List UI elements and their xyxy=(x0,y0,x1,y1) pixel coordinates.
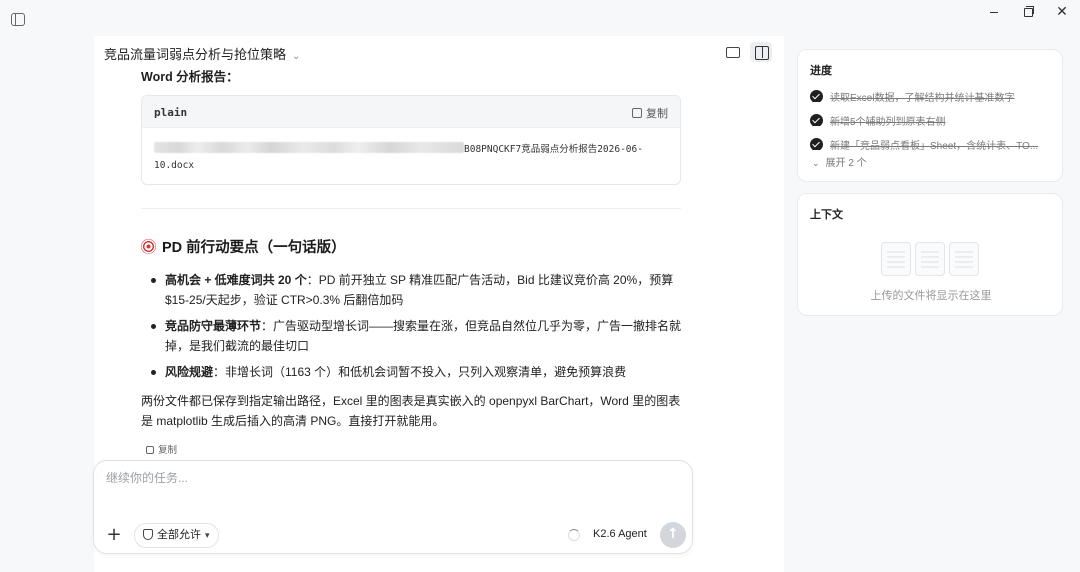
progress-item: 新建「竞品弱点看板」Sheet，含统计表、TO... xyxy=(810,134,1050,150)
divider xyxy=(141,208,681,209)
code-language-label: plain xyxy=(154,106,188,119)
message-copy-button[interactable]: 复制 xyxy=(146,442,177,456)
code-line-2: 10.docx xyxy=(154,160,195,171)
permission-dropdown[interactable]: 全部允许 ▾ xyxy=(134,523,219,548)
empty-files-illustration-icon xyxy=(881,242,981,278)
loading-spinner-icon xyxy=(568,529,580,541)
redacted-path xyxy=(154,142,464,153)
copy-icon xyxy=(632,108,642,118)
check-circle-icon xyxy=(810,114,823,126)
list-item-text: ：非增长词（1163 个）和低机会词暂不投入，只列入观察清单，避免预算浪费 xyxy=(213,365,627,379)
conversation-title-text: 竞品流量词弱点分析与抢位策略 xyxy=(104,47,287,62)
list-item-bold: 高机会 + 低难度词共 20 个 xyxy=(165,273,307,287)
chevron-down-icon: ▾ xyxy=(205,530,210,540)
code-block: plain 复制 B08PNQCKF7竞品弱点分析报告2026-06- 10.d… xyxy=(141,95,681,185)
list-item: 高机会 + 低难度词共 20 个：PD 前开独立 SP 精准匹配广告活动，Bid… xyxy=(150,270,686,310)
composer: + 全部允许 ▾ K2.6 Agent ↑ xyxy=(93,460,693,554)
document-icon xyxy=(915,242,945,276)
progress-item: 新增5个辅助列到原表右侧 xyxy=(810,110,1050,126)
message-input[interactable] xyxy=(106,471,676,485)
close-window-button[interactable]: ✕ xyxy=(1052,4,1072,20)
list-item: 风险规避：非增长词（1163 个）和低机会词暂不投入，只列入观察清单，避免预算浪… xyxy=(150,362,686,382)
progress-title: 进度 xyxy=(810,65,832,77)
progress-item-label: 新增5个辅助列到原表右侧 xyxy=(830,117,946,126)
code-copy-label: 复制 xyxy=(646,107,668,120)
list-item-bold: 风险规避 xyxy=(165,365,214,379)
copy-icon xyxy=(146,446,154,454)
action-list: 高机会 + 低难度词共 20 个：PD 前开独立 SP 精准匹配广告活动，Bid… xyxy=(150,270,686,388)
minimize-button[interactable] xyxy=(984,4,1004,20)
folder-icon[interactable] xyxy=(722,42,744,62)
side-panel-toggle-icon[interactable] xyxy=(750,42,772,62)
section-heading: PD 前行动要点（一句话版） xyxy=(141,236,346,257)
report-label: Word 分析报告： xyxy=(141,70,239,84)
chevron-down-icon: ⌄ xyxy=(292,51,301,62)
code-line-1: B08PNQCKF7竞品弱点分析报告2026-06- xyxy=(464,144,643,155)
document-icon xyxy=(881,242,911,276)
check-circle-icon xyxy=(810,138,823,150)
target-icon xyxy=(141,239,156,254)
check-circle-icon xyxy=(810,90,823,102)
send-button[interactable]: ↑ xyxy=(660,522,686,548)
chevron-down-icon: ⌄ xyxy=(812,158,820,168)
progress-item-label: 读取Excel数据，了解结构并统计基准数字 xyxy=(830,93,1015,102)
list-item-bold: 竞品防守最薄环节 xyxy=(165,319,262,333)
expand-progress-button[interactable]: ⌄ 展开 2 个 xyxy=(812,154,867,169)
context-card: 上下文 上传的文件将显示在这里 xyxy=(797,193,1063,316)
progress-card: 进度 读取Excel数据，了解结构并统计基准数字 新增5个辅助列到原表右侧 新建… xyxy=(797,49,1063,182)
code-block-header: plain 复制 xyxy=(142,96,680,128)
sidebar-toggle-icon[interactable] xyxy=(11,13,25,26)
progress-item: 读取Excel数据，了解结构并统计基准数字 xyxy=(810,86,1050,102)
section-heading-text: PD 前行动要点（一句话版） xyxy=(162,240,346,256)
add-attachment-button[interactable]: + xyxy=(102,524,126,548)
shield-icon xyxy=(143,529,153,540)
summary-paragraph: 两份文件都已保存到指定输出路径，Excel 里的图表是真实嵌入的 openpyx… xyxy=(141,394,681,428)
document-icon xyxy=(949,242,979,276)
code-copy-button[interactable]: 复制 xyxy=(632,105,668,121)
context-empty-hint: 上传的文件将显示在这里 xyxy=(870,290,992,302)
permission-label: 全部允许 xyxy=(157,529,201,541)
list-item: 竞品防守最薄环节：广告驱动型增长词——搜索量在涨，但竞品自然位几乎为零，广告一撤… xyxy=(150,316,686,356)
code-content: B08PNQCKF7竞品弱点分析报告2026-06- 10.docx xyxy=(142,128,680,174)
maximize-button[interactable] xyxy=(1018,4,1038,20)
expand-label: 展开 2 个 xyxy=(825,158,867,169)
context-title: 上下文 xyxy=(810,209,843,221)
message-copy-label: 复制 xyxy=(158,445,178,456)
conversation-title[interactable]: 竞品流量词弱点分析与抢位策略 ⌄ xyxy=(104,44,300,63)
agent-selector[interactable]: K2.6 Agent xyxy=(593,528,647,540)
progress-item-label: 新建「竞品弱点看板」Sheet，含统计表、TO... xyxy=(830,141,1039,150)
